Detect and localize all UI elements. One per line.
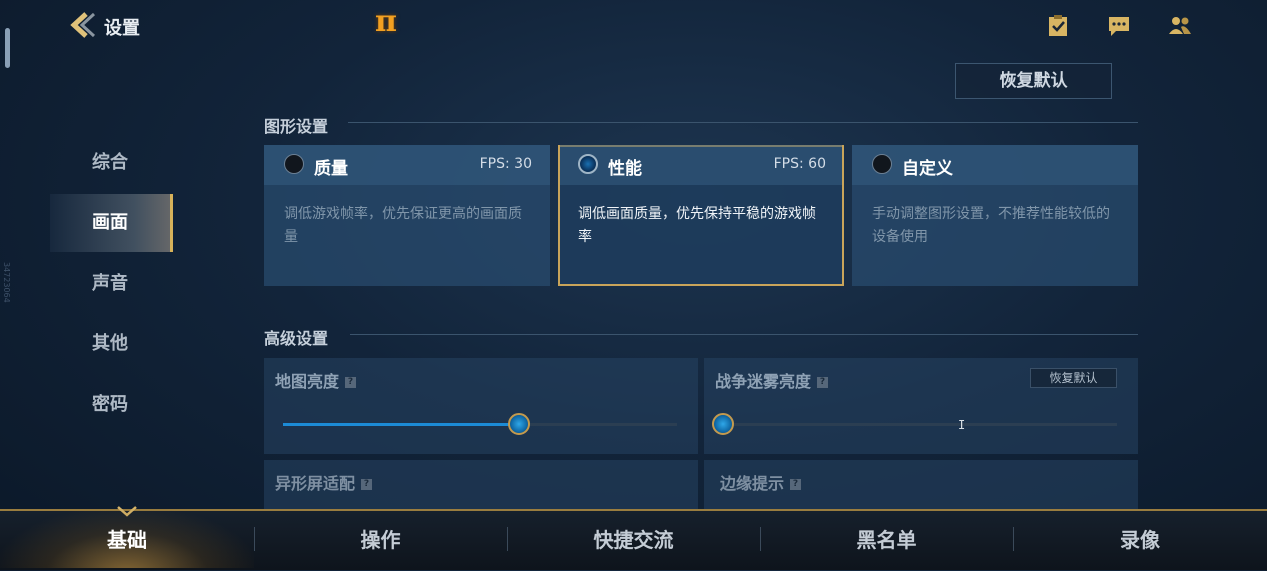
slider-fill [283, 423, 520, 426]
scroll-indicator [5, 28, 10, 68]
help-icon[interactable]: ? [345, 377, 357, 388]
option-description: 调低画面质量，优先保持平稳的游戏帧率 [578, 206, 816, 245]
map-brightness-panel: 地图亮度? [264, 358, 698, 454]
tab-replay[interactable]: 录像 [1013, 509, 1267, 568]
fog-brightness-title: 战争迷雾亮度? [715, 368, 829, 392]
option-name: 性能 [608, 159, 642, 179]
fog-brightness-slider[interactable] [723, 423, 1117, 426]
nav-item-general[interactable]: 综合 [50, 134, 170, 192]
radio-performance[interactable] [578, 154, 598, 174]
help-icon[interactable]: ? [817, 377, 829, 388]
tab-blacklist[interactable]: 黑名单 [760, 509, 1013, 568]
divider [348, 122, 1138, 123]
nav-item-graphics[interactable]: 画面 [50, 194, 173, 252]
tab-quick-chat[interactable]: 快捷交流 [507, 509, 760, 568]
restore-default-button[interactable]: 恢复默认 [955, 63, 1112, 99]
slider-handle[interactable] [712, 413, 734, 435]
option-card-performance[interactable]: 性能 FPS: 60 调低画面质量，优先保持平稳的游戏帧率 [558, 145, 844, 286]
side-id-label: 34723064 [2, 262, 11, 303]
option-name: 质量 [314, 159, 348, 179]
radio-custom[interactable] [872, 154, 892, 174]
help-icon[interactable]: ? [361, 479, 373, 490]
option-card-quality[interactable]: 质量 FPS: 30 调低游戏帧率，优先保证更高的画面质量 [264, 145, 550, 286]
card-header [852, 145, 1138, 185]
tab-controls[interactable]: 操作 [254, 509, 507, 568]
fps-label: FPS: 60 [773, 156, 826, 172]
edge-hint-panel: 边缘提示? [704, 460, 1138, 510]
friends-icon[interactable] [1167, 13, 1193, 39]
fog-restore-default-button[interactable]: 恢复默认 [1030, 368, 1117, 388]
option-description: 手动调整图形设置，不推荐性能较低的设备使用 [872, 206, 1110, 245]
nav-item-sound[interactable]: 声音 [50, 255, 170, 313]
slider-handle[interactable] [508, 413, 531, 435]
map-brightness-title: 地图亮度? [275, 368, 357, 392]
option-description: 调低游戏帧率，优先保证更高的画面质量 [284, 206, 522, 245]
back-icon[interactable] [66, 10, 98, 40]
map-brightness-slider[interactable] [283, 423, 677, 426]
edge-hint-title: 边缘提示? [720, 470, 802, 494]
advanced-section-title: 高级设置 [264, 329, 329, 348]
map-brightness-label: 地图亮度 [275, 372, 340, 391]
fog-brightness-label: 战争迷雾亮度 [715, 372, 812, 391]
option-name: 自定义 [902, 159, 953, 179]
nav-item-other[interactable]: 其他 [50, 315, 170, 373]
text-cursor-icon: I [958, 418, 966, 432]
fps-label: FPS: 30 [479, 156, 532, 172]
page-title: 设置 [104, 18, 140, 39]
chat-icon[interactable] [1106, 13, 1132, 39]
nav-item-password[interactable]: 密码 [50, 376, 170, 434]
special-screen-title: 异形屏适配? [275, 470, 373, 494]
tab-basic[interactable]: 基础 [0, 509, 254, 568]
special-screen-label: 异形屏适配 [275, 474, 356, 493]
help-icon[interactable]: ? [790, 479, 802, 490]
logo: π [375, 4, 397, 39]
special-screen-panel: 异形屏适配? [264, 460, 698, 510]
option-card-custom[interactable]: 自定义 手动调整图形设置，不推荐性能较低的设备使用 [852, 145, 1138, 286]
divider [350, 334, 1138, 335]
edge-hint-label: 边缘提示 [720, 474, 785, 493]
graphics-section-title: 图形设置 [264, 117, 329, 136]
radio-quality[interactable] [284, 154, 304, 174]
task-icon[interactable] [1045, 13, 1071, 39]
